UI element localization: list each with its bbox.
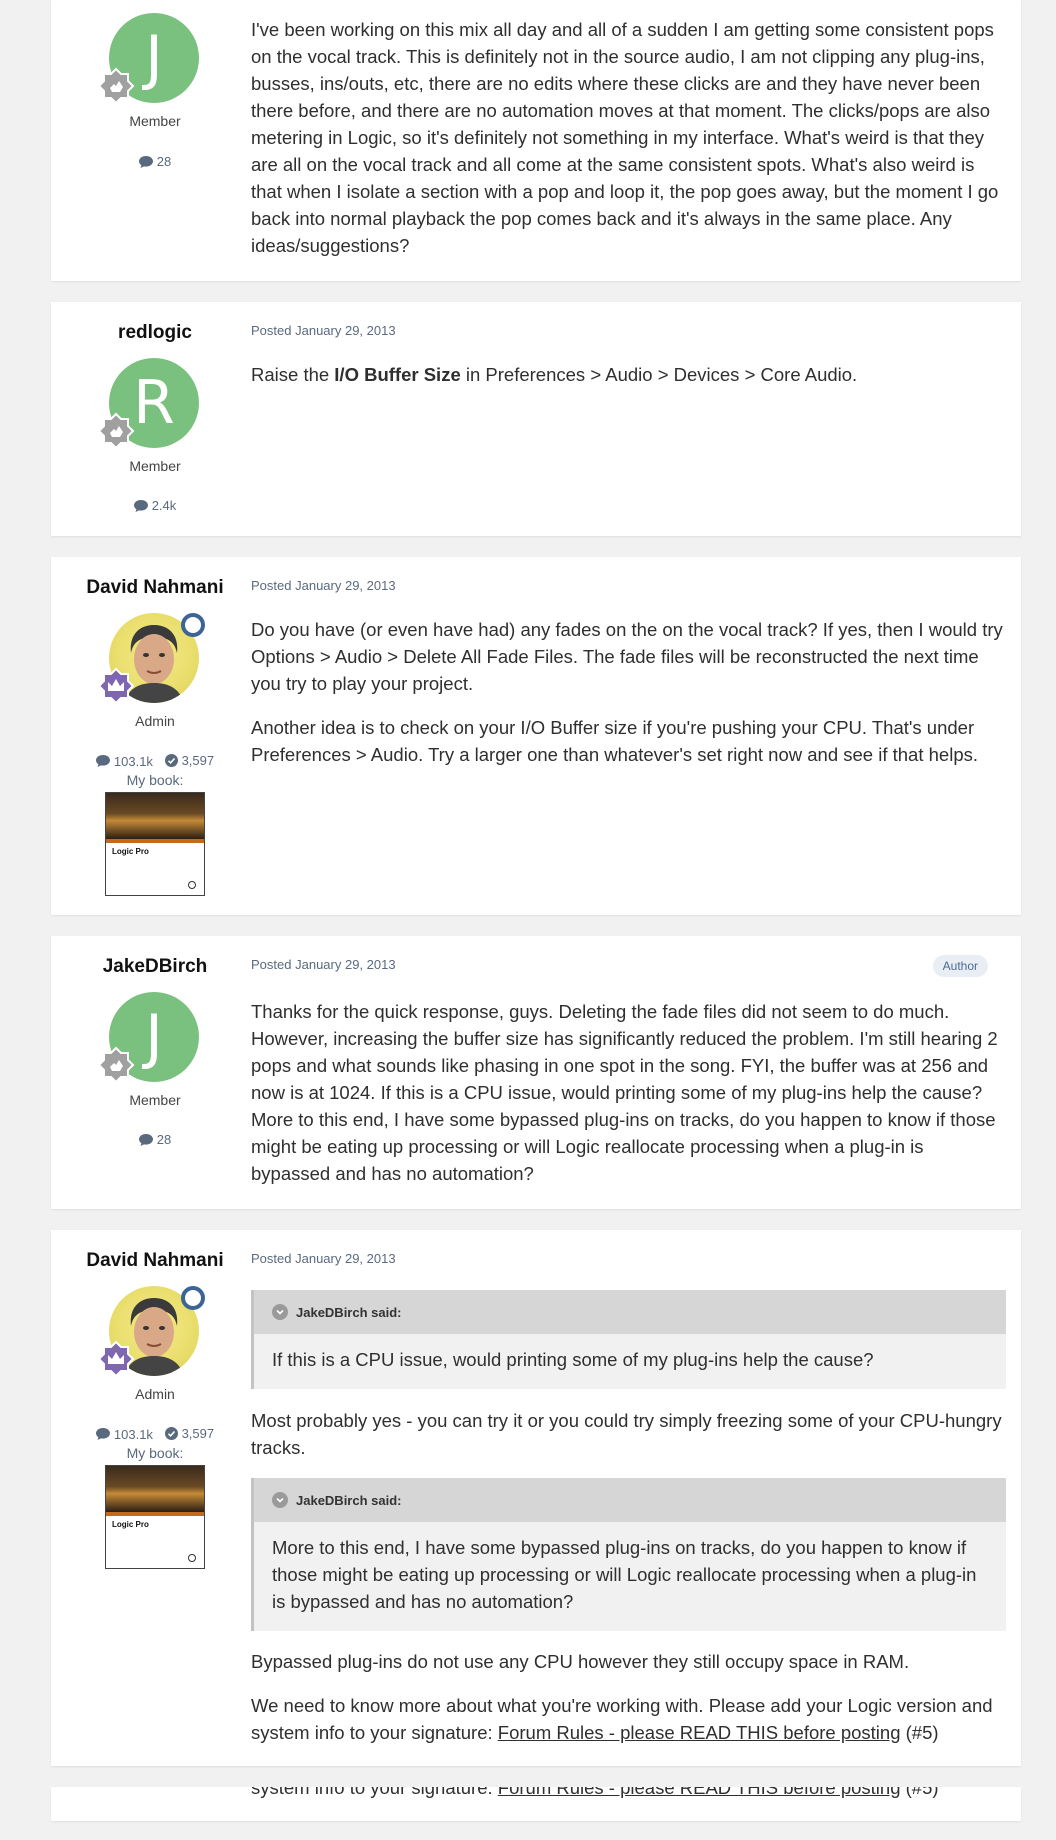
admin-rank-badge-icon xyxy=(97,667,135,705)
rank-badge-icon xyxy=(97,67,135,105)
post-paragraph: system info to your signature: Forum Rul… xyxy=(251,1787,1003,1801)
post-paragraph: Raise the I/O Buffer Size in Preferences… xyxy=(251,361,1003,388)
member-role: Member xyxy=(129,458,181,474)
overflow-text-pre: system info to your signature: xyxy=(251,1787,498,1798)
post-4: JakeDBirch J Member 28 Posted January 29… xyxy=(51,936,1021,1209)
posted-date: January 29, 2013 xyxy=(295,323,396,338)
quote-link-icon[interactable] xyxy=(272,1304,288,1320)
comment-icon xyxy=(133,499,148,512)
quote-link-icon[interactable] xyxy=(272,1492,288,1508)
member-stats: 103.1k 3,597 xyxy=(51,753,259,770)
member-stats: 2.4k xyxy=(51,498,259,515)
post-count: 28 xyxy=(156,1132,172,1147)
comment-icon xyxy=(95,755,110,767)
post-body: Most probably yes - you can try it or yo… xyxy=(251,1407,1003,1478)
book-title: Logic Pro xyxy=(112,847,149,856)
post-date[interactable]: Posted January 29, 2013 xyxy=(251,578,396,593)
post-paragraph: I've been working on this mix all day an… xyxy=(251,19,999,256)
post-5: David Nahmani Admin 103.1k 3,597 My book… xyxy=(51,1230,1021,1766)
rank-badge-icon xyxy=(97,1046,135,1084)
author-name[interactable]: redlogic xyxy=(51,322,259,344)
rank-badge-icon xyxy=(97,412,135,450)
post-body: Do you have (or even have had) any fades… xyxy=(251,616,1003,785)
post-paragraph: We need to know more about what you're w… xyxy=(251,1692,1003,1746)
quote-header[interactable]: JakeDBirch said: xyxy=(254,1290,1006,1334)
post-date[interactable]: Posted January 29, 2013 xyxy=(251,957,396,972)
post-overflow-strip: system info to your signature: Forum Rul… xyxy=(51,1787,1021,1821)
body-text-post: in Preferences > Audio > Devices > Core … xyxy=(460,364,858,385)
post-date[interactable]: Posted January 29, 2013 xyxy=(251,323,396,338)
comment-icon xyxy=(138,1133,153,1146)
comment-icon xyxy=(95,1428,110,1440)
post-body: Raise the I/O Buffer Size in Preferences… xyxy=(251,361,1003,405)
admin-rank-badge-icon xyxy=(97,1340,135,1378)
body-text-bold: I/O Buffer Size xyxy=(334,364,461,385)
author-name[interactable]: JakeDBirch xyxy=(51,956,259,978)
member-role: Admin xyxy=(135,713,175,729)
book-cover-image[interactable]: Logic Pro xyxy=(105,792,205,896)
member-role: Admin xyxy=(135,1386,175,1402)
reputation-count: 3,597 xyxy=(181,1426,215,1441)
post-paragraph: Another idea is to check on your I/O Buf… xyxy=(251,717,978,765)
post-count: 103.1k xyxy=(113,753,153,769)
post-body: Thanks for the quick response, guys. Del… xyxy=(251,998,1003,1204)
post-date[interactable]: Posted January 29, 2013 xyxy=(251,1251,396,1266)
post-2: redlogic R Member 2.4k Posted January 29… xyxy=(51,302,1021,536)
post-paragraph: Most probably yes - you can try it or yo… xyxy=(251,1410,1002,1458)
post-body: Bypassed plug-ins do not use any CPU how… xyxy=(251,1648,1003,1763)
posted-date: January 29, 2013 xyxy=(295,1251,396,1266)
quote-header[interactable]: JakeDBirch said: xyxy=(254,1478,1006,1522)
quote-author: JakeDBirch said: xyxy=(296,1304,402,1320)
author-name[interactable]: David Nahmani xyxy=(51,1250,259,1272)
post-paragraph: Bypassed plug-ins do not use any CPU how… xyxy=(251,1651,910,1672)
member-stats: 103.1k 3,597 xyxy=(51,1426,259,1443)
online-status-icon xyxy=(181,1286,205,1310)
post-3: David Nahmani Admin 103.1k 3,597 My book… xyxy=(51,557,1021,915)
quote-author: JakeDBirch said: xyxy=(296,1492,402,1508)
book-title: Logic Pro xyxy=(112,1520,149,1529)
body-text-pre: Raise the xyxy=(251,364,335,385)
quote-block: JakeDBirch said: More to this end, I hav… xyxy=(251,1478,1006,1631)
posted-label: Posted xyxy=(251,578,292,593)
posted-label: Posted xyxy=(251,1251,292,1266)
my-book-label: My book: xyxy=(126,1445,184,1461)
posted-label: Posted xyxy=(251,957,292,972)
member-stats: 28 xyxy=(51,154,259,171)
author-badge: Author xyxy=(932,955,988,977)
quote-text: If this is a CPU issue, would printing s… xyxy=(272,1349,874,1370)
post-count: 103.1k xyxy=(113,1426,153,1442)
quote-block: JakeDBirch said: If this is a CPU issue,… xyxy=(251,1290,1006,1389)
post-paragraph: Do you have (or even have had) any fades… xyxy=(251,619,1003,694)
comment-icon xyxy=(138,155,153,168)
posted-date: January 29, 2013 xyxy=(295,957,396,972)
post-body: I've been working on this mix all day an… xyxy=(251,16,1003,276)
overflow-text-suffix: (#5) xyxy=(900,1787,939,1798)
post-count: 2.4k xyxy=(151,498,177,513)
post-count: 28 xyxy=(156,154,172,169)
forum-rules-link[interactable]: Forum Rules - please READ THIS before po… xyxy=(498,1787,901,1798)
reputation-count: 3,597 xyxy=(181,753,215,768)
online-status-icon xyxy=(181,613,205,637)
check-badge-icon xyxy=(164,754,178,767)
quote-text: More to this end, I have some bypassed p… xyxy=(272,1537,977,1612)
member-role: Member xyxy=(129,1092,181,1108)
check-badge-icon xyxy=(164,1427,178,1440)
post-paragraph: Thanks for the quick response, guys. Del… xyxy=(251,1001,998,1184)
book-cover-image[interactable]: Logic Pro xyxy=(105,1465,205,1569)
signature-request-suffix: (#5) xyxy=(900,1722,939,1743)
my-book-label: My book: xyxy=(126,772,184,788)
author-name[interactable]: David Nahmani xyxy=(51,577,259,599)
post-1: J Member 28 I've been working on this mi… xyxy=(51,0,1021,281)
overflow-text: system info to your signature: Forum Rul… xyxy=(251,1787,1003,1818)
member-stats: 28 xyxy=(51,1132,259,1149)
posted-date: January 29, 2013 xyxy=(295,578,396,593)
member-role: Member xyxy=(129,113,181,129)
forum-rules-link[interactable]: Forum Rules - please READ THIS before po… xyxy=(498,1722,901,1743)
posted-label: Posted xyxy=(251,323,292,338)
